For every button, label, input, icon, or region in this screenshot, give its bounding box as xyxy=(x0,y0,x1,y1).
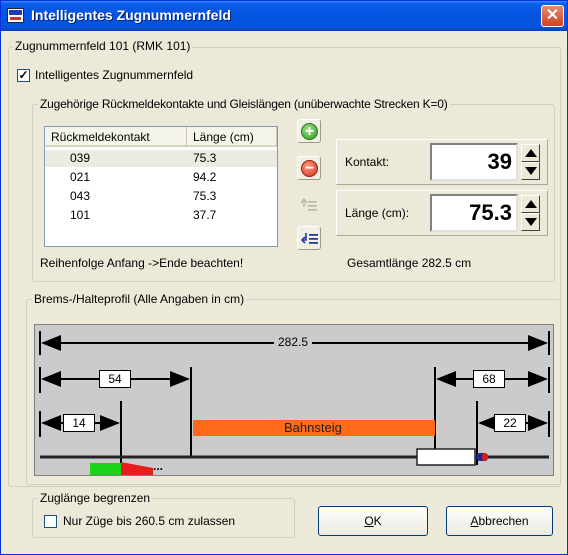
minus-icon: − xyxy=(301,160,318,177)
limit-checkbox-label: Nur Züge bis 260.5 cm zulassen xyxy=(63,514,236,528)
length-down-button[interactable] xyxy=(521,213,540,231)
contact-down-button[interactable] xyxy=(521,162,540,180)
move-up-icon xyxy=(300,197,317,211)
platform-label: Bahnsteig xyxy=(284,420,342,435)
app-icon xyxy=(7,8,24,23)
list-item[interactable]: 039 75.3 xyxy=(45,150,277,167)
move-down-button[interactable] xyxy=(297,226,321,250)
column-header-length[interactable]: Länge (cm) xyxy=(187,127,277,147)
limit-checkbox[interactable] xyxy=(44,515,57,528)
list-item[interactable]: 101 37.7 xyxy=(45,207,277,224)
move-up-button[interactable] xyxy=(297,193,321,217)
ok-label: K xyxy=(373,514,382,528)
remove-contact-button[interactable]: − xyxy=(297,156,321,180)
contacts-list[interactable]: Rückmeldekontakt Länge (cm) 039 75.3 021… xyxy=(44,126,278,247)
length-label: Länge (cm): xyxy=(345,206,410,220)
plus-icon: + xyxy=(301,123,318,140)
ok-button[interactable]: OK xyxy=(318,506,428,536)
close-button[interactable]: ✕ xyxy=(541,5,564,27)
right-brake-value[interactable]: 68 xyxy=(473,370,505,388)
arrow-down-icon xyxy=(525,167,537,175)
dialog-window: Intelligentes Zugnummernfeld ✕ Zugnummer… xyxy=(0,0,568,555)
length-input[interactable]: 75.3 xyxy=(430,194,518,232)
title-bar[interactable]: Intelligentes Zugnummernfeld ✕ xyxy=(1,1,567,31)
profile-legend: Brems-/Halteprofil (Alle Angaben in cm) xyxy=(32,292,247,306)
arrow-up-icon xyxy=(525,149,537,157)
order-hint: Reihenfolge Anfang ->Ende beachten! xyxy=(40,256,244,270)
cancel-label: bbrechen xyxy=(478,514,529,528)
left-brake-value[interactable]: 54 xyxy=(99,370,131,388)
length-cell: 75.3 xyxy=(193,151,217,165)
contact-cell: 039 xyxy=(70,151,91,165)
window-title: Intelligentes Zugnummernfeld xyxy=(31,7,231,23)
contacts-list-header: Rückmeldekontakt Länge (cm) xyxy=(45,127,277,147)
contact-cell: 021 xyxy=(70,170,91,184)
add-contact-button[interactable]: + xyxy=(297,119,321,143)
contact-cell: 101 xyxy=(70,208,91,222)
contacts-legend: Zugehörige Rückmeldekontakte und Gleislä… xyxy=(38,97,450,111)
length-up-button[interactable] xyxy=(521,195,540,213)
ok-mnemonic: O xyxy=(364,514,374,528)
contact-stepper[interactable] xyxy=(521,144,540,180)
contact-cell: 043 xyxy=(70,189,91,203)
signal-green xyxy=(90,463,121,475)
train-limit-legend: Zuglänge begrenzen xyxy=(38,491,153,505)
intelligent-checkbox-label: Intelligentes Zugnummernfeld xyxy=(35,68,194,82)
train-number-field-legend: Zugnummernfeld 101 (RMK 101) xyxy=(13,39,193,53)
list-item[interactable]: 043 75.3 xyxy=(45,188,277,205)
list-item[interactable]: 021 94.2 xyxy=(45,169,277,186)
contact-up-button[interactable] xyxy=(521,144,540,162)
cancel-button[interactable]: Abbrechen xyxy=(446,506,553,536)
train-car xyxy=(416,448,476,466)
signal-red xyxy=(121,462,153,475)
arrow-down-icon xyxy=(525,218,537,226)
total-length: Gesamtlänge 282.5 cm xyxy=(347,256,472,270)
brake-profile-diagram: 282.5 54 14 68 22 Bahnsteig ... xyxy=(34,324,554,476)
column-header-contact[interactable]: Rückmeldekontakt xyxy=(45,127,187,147)
length-cell: 75.3 xyxy=(193,189,217,203)
right-stop-value[interactable]: 22 xyxy=(494,414,526,432)
contact-input[interactable]: 39 xyxy=(430,143,518,181)
move-down-icon xyxy=(300,233,318,244)
total-length-value: 282.5 xyxy=(274,335,313,349)
train-tail: ... xyxy=(153,459,164,473)
intelligent-checkbox[interactable]: ✓ xyxy=(17,69,30,82)
length-cell: 94.2 xyxy=(193,170,217,184)
arrow-up-icon xyxy=(525,200,537,208)
length-cell: 37.7 xyxy=(193,208,217,222)
contact-label: Kontakt: xyxy=(345,155,390,169)
left-stop-value[interactable]: 14 xyxy=(63,414,95,432)
length-stepper[interactable] xyxy=(521,195,540,231)
